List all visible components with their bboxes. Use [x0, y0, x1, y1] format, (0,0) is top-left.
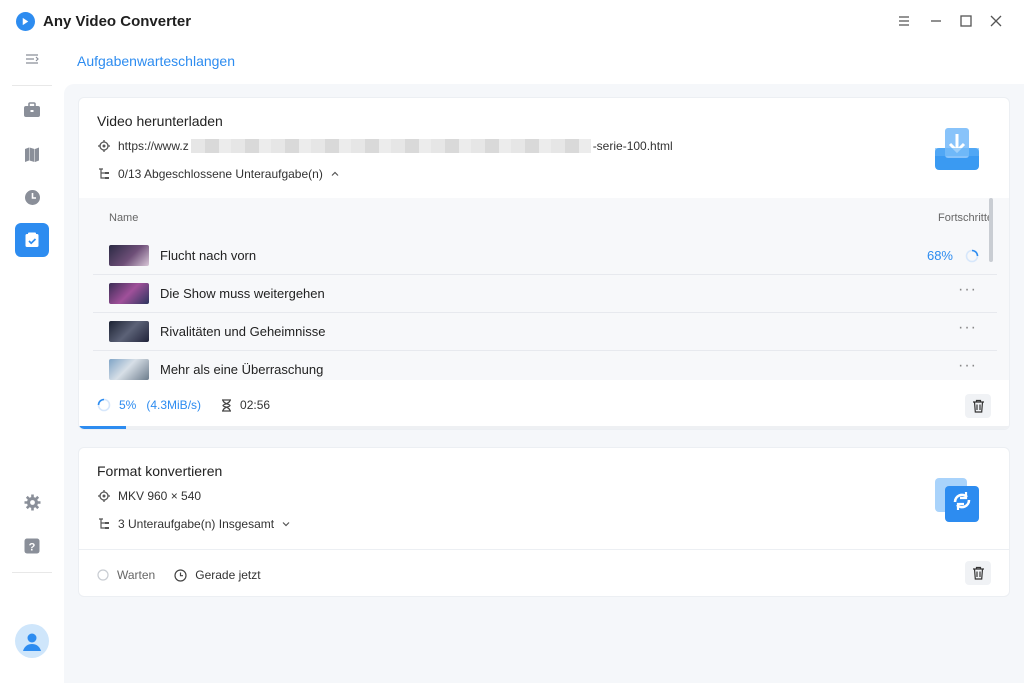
gear-icon[interactable]: [15, 485, 49, 519]
loading-spinner-icon: [965, 249, 979, 263]
svg-text:?: ?: [29, 542, 36, 554]
url-redacted: [190, 139, 591, 153]
convert-subtasks-toggle[interactable]: 3 Unteraufgabe(n) Insgesamt: [97, 517, 298, 531]
main-area: Aufgabenwarteschlangen Video herunterlad…: [64, 42, 1024, 683]
url-prefix: https://www.z: [118, 139, 189, 153]
item-name: Rivalitäten und Geheimnisse: [160, 324, 326, 339]
list-item[interactable]: Rivalitäten und Geheimnisse ···: [93, 312, 997, 350]
url-suffix: -serie-100.html: [592, 139, 673, 153]
more-options-icon[interactable]: ···: [958, 357, 977, 375]
sidebar-divider: [12, 572, 52, 573]
waiting-circle-icon: [97, 569, 109, 581]
trash-icon: [972, 566, 984, 580]
sidebar-divider: [12, 85, 52, 86]
download-illustration-icon: [933, 126, 981, 174]
format-settings-icon: [98, 490, 110, 502]
task-content: Video herunterladen https://www.z -serie…: [64, 84, 1024, 683]
chevron-down-icon: [282, 522, 290, 527]
sidebar: ?: [0, 42, 64, 683]
item-name: Die Show muss weitergehen: [160, 286, 325, 301]
convert-time: Gerade jetzt: [195, 568, 261, 582]
video-thumbnail: [109, 359, 149, 380]
convert-status: Warten: [117, 568, 156, 582]
app-logo-icon: [16, 12, 35, 31]
download-progress-fill: [79, 426, 126, 429]
subtasks-toggle[interactable]: 0/13 Abgeschlossene Unteraufgabe(n): [97, 167, 347, 181]
menu-collapse-icon[interactable]: [15, 42, 49, 76]
subtask-tree-icon: [99, 168, 109, 179]
convert-format: MKV 960 × 540: [118, 489, 202, 503]
download-status-row: 5% (4.3MiB/s) 02:56: [97, 398, 270, 412]
item-name: Flucht nach vorn: [160, 248, 257, 263]
subtask-list: Flucht nach vorn 68% Die Show muss weite…: [79, 238, 1009, 380]
video-thumbnail: [109, 245, 149, 266]
task-queue-icon[interactable]: [15, 223, 49, 257]
avatar[interactable]: [15, 624, 49, 658]
item-progress: 68%: [926, 248, 953, 263]
download-progress-bar: [79, 426, 1009, 429]
title-bar: Any Video Converter: [0, 0, 1024, 42]
download-speed: (4.3MiB/s): [146, 398, 202, 412]
download-percent: 5%: [119, 398, 137, 412]
loading-spinner-icon: [97, 398, 111, 412]
column-name: Name: [109, 212, 139, 224]
more-options-icon[interactable]: ···: [958, 319, 977, 337]
clock-icon: [174, 568, 187, 582]
list-item[interactable]: Die Show muss weitergehen ···: [93, 274, 997, 312]
card-divider: [79, 549, 1009, 550]
download-task-title: Video herunterladen: [97, 113, 223, 129]
download-url-row: https://www.z -serie-100.html: [97, 139, 673, 153]
subtasks-label: 0/13 Abgeschlossene Unteraufgabe(n): [118, 167, 323, 181]
hourglass-icon: [222, 398, 232, 412]
app-title: Any Video Converter: [43, 13, 192, 30]
history-clock-icon[interactable]: [15, 180, 49, 214]
list-item[interactable]: Flucht nach vorn 68%: [93, 238, 997, 274]
close-icon[interactable]: [986, 11, 1006, 31]
page-title[interactable]: Aufgabenwarteschlangen: [77, 53, 235, 69]
toolbox-icon[interactable]: [15, 93, 49, 127]
video-thumbnail: [109, 283, 149, 304]
list-item[interactable]: Mehr als eine Überraschung ···: [93, 350, 997, 380]
link-settings-icon: [98, 140, 110, 152]
more-options-icon[interactable]: ···: [958, 281, 977, 299]
download-eta: 02:56: [240, 398, 271, 412]
menu-icon[interactable]: [894, 11, 914, 31]
column-progress: Fortschritte: [937, 212, 993, 224]
convert-subtasks-label: 3 Unteraufgabe(n) Insgesamt: [118, 517, 275, 531]
convert-format-row: MKV 960 × 540: [97, 489, 201, 503]
video-thumbnail: [109, 321, 149, 342]
library-icon[interactable]: [15, 137, 49, 171]
convert-task-card: Format konvertieren MKV 960 × 540 3 Unte…: [78, 447, 1010, 597]
list-scrollbar[interactable]: [989, 198, 993, 262]
trash-icon: [972, 399, 984, 413]
delete-convert-button[interactable]: [965, 561, 991, 585]
convert-status-row: Warten Gerade jetzt: [97, 568, 261, 582]
item-name: Mehr als eine Überraschung: [160, 362, 324, 377]
download-task-card: Video herunterladen https://www.z -serie…: [78, 97, 1010, 430]
minimize-icon[interactable]: [926, 11, 946, 31]
convert-task-title: Format konvertieren: [97, 463, 223, 479]
task-list-header: Name Fortschritte: [79, 198, 1009, 238]
delete-download-button[interactable]: [965, 394, 991, 418]
subtask-tree-icon: [99, 518, 109, 529]
maximize-icon[interactable]: [956, 11, 976, 31]
chevron-up-icon: [331, 171, 339, 176]
help-icon[interactable]: ?: [15, 529, 49, 563]
convert-illustration-icon: [933, 476, 981, 524]
